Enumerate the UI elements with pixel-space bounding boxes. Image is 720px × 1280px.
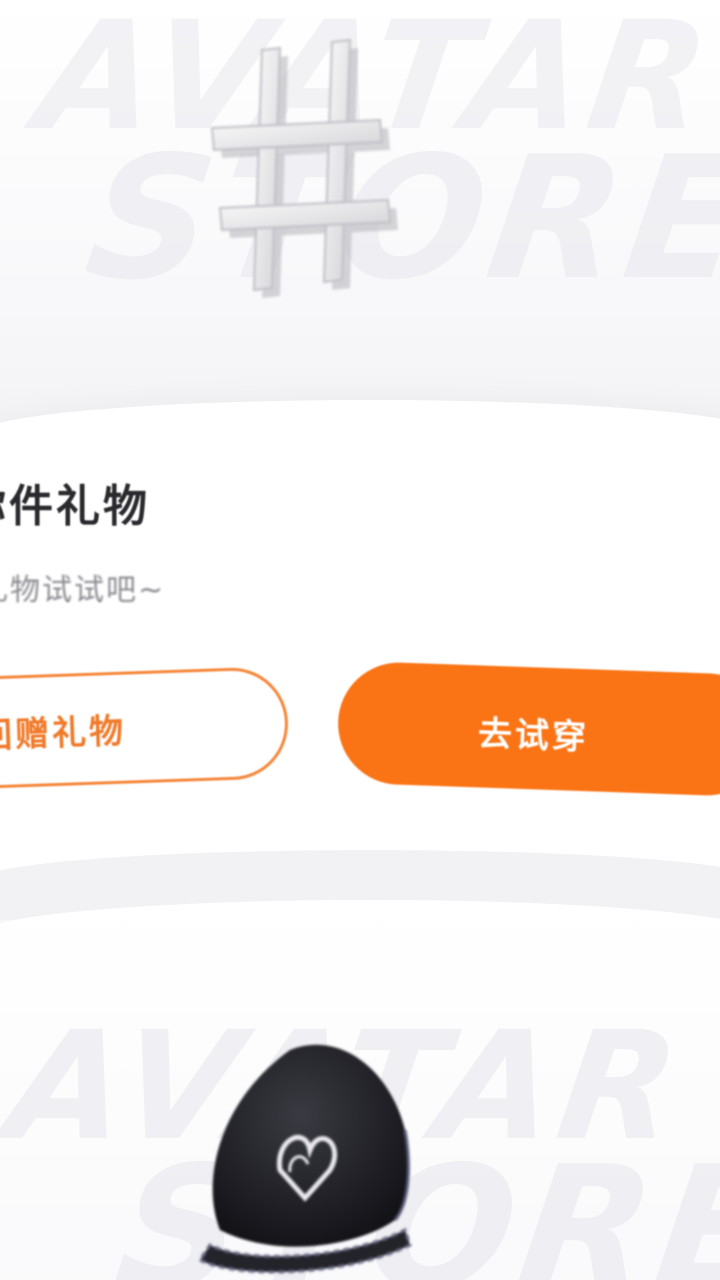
gift-subtitle: 礼物试试吧~	[0, 573, 166, 608]
return-gift-button-label[interactable]: 回赠礼物	[0, 703, 127, 757]
try-on-button-label[interactable]: 去试穿	[477, 706, 590, 759]
cap-icon	[180, 1030, 420, 1280]
gift-title: 你件礼物	[0, 481, 150, 532]
hero-banner: AVATAR STORE	[0, 0, 720, 430]
hashtag-3d-icon	[200, 30, 400, 300]
gift-page: AVATAR STORE 件礼物 物试试吧~ 回赠礼物 去试穿 STORE	[0, 0, 720, 1280]
